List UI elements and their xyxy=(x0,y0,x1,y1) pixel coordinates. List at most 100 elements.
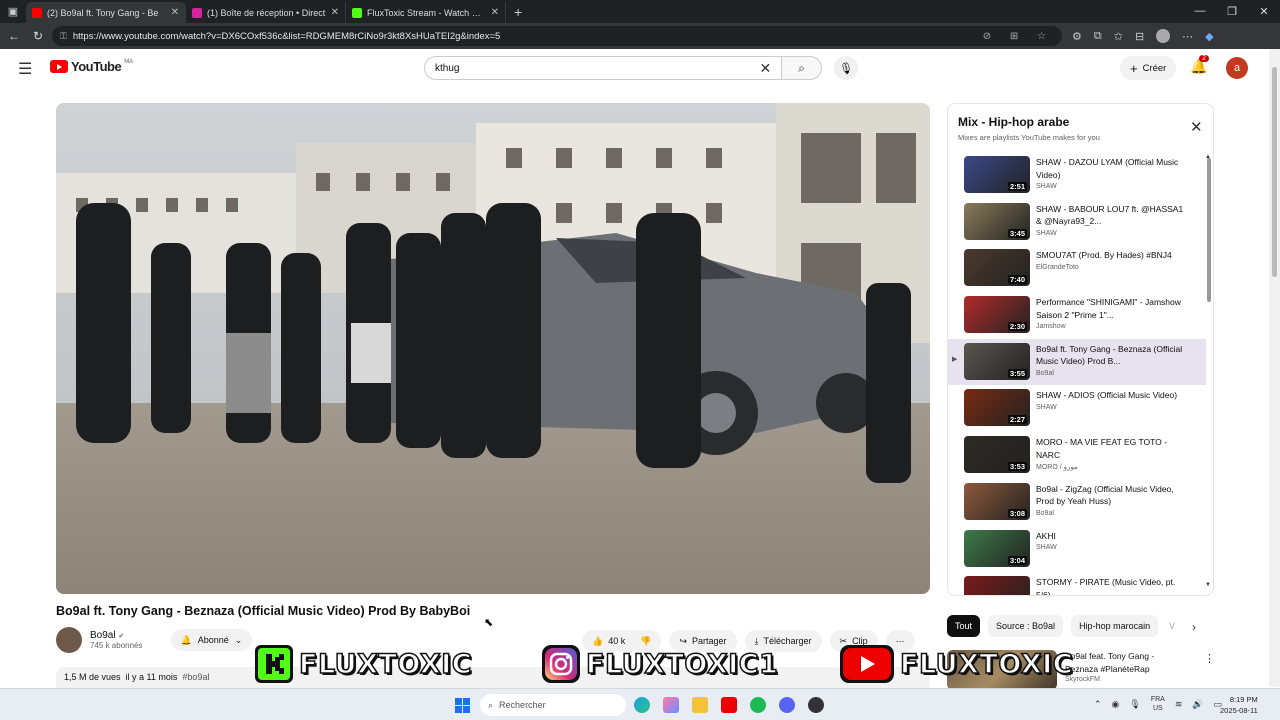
playlist-item-title: Bo9al ft. Tony Gang - Beznaza (Official … xyxy=(1036,343,1183,367)
youtube-header: ☰ YouTube MA kthug ✕ ⌕ 🎙 + Créer 🔔 2 a xyxy=(0,49,1268,87)
filter-chip[interactable]: Hip-hop marocain xyxy=(1071,615,1159,637)
playlist-scrollbar[interactable] xyxy=(1207,158,1211,302)
video-player[interactable] xyxy=(56,103,930,594)
upload-age: il y a 11 mois xyxy=(125,672,178,682)
search-button[interactable]: ⌕ xyxy=(782,56,822,80)
discord-icon[interactable] xyxy=(779,697,795,713)
filter-chip[interactable]: Source : Bo9al xyxy=(988,615,1064,637)
playlist-thumbnail[interactable]: 3:55 xyxy=(964,342,1030,380)
restore-icon[interactable]: ❐ xyxy=(1216,5,1248,18)
browser-tab[interactable]: FluxToxic Stream - Watch Live on ✕ xyxy=(346,2,506,23)
playlist-thumbnail[interactable]: 3:45 xyxy=(964,202,1030,240)
page-scrollbar[interactable] xyxy=(1269,49,1280,687)
close-playlist-icon[interactable]: ✕ xyxy=(1190,118,1203,136)
playlist-thumbnail[interactable]: 3:08 xyxy=(964,482,1030,520)
mic-tray-icon[interactable]: 🎙 xyxy=(1129,699,1140,710)
playlist-item[interactable]: 2:30 Performance "SHINIGAMI" - Jamshow Sa… xyxy=(948,292,1206,339)
split-screen-icon[interactable]: ⧉ xyxy=(1094,30,1102,43)
playlist-item[interactable]: 3:45 SHAW - BABOUR LOU7 ft. @HASSA1 & @Na… xyxy=(948,199,1206,246)
network-icon[interactable]: ◉ xyxy=(1112,699,1120,710)
taskbar-search-placeholder: Rechercher xyxy=(499,700,546,710)
copilot-icon[interactable] xyxy=(663,697,679,713)
search-input[interactable]: kthug ✕ xyxy=(424,56,783,80)
playlist-thumbnail[interactable] xyxy=(964,576,1030,595)
browser-tab[interactable]: (2) Bo9al ft. Tony Gang - Be ✕ xyxy=(26,2,186,23)
volume-icon[interactable]: 🔊 xyxy=(1192,699,1203,710)
playlist-title: Mix - Hip-hop arabe xyxy=(958,115,1070,129)
app-icon[interactable] xyxy=(808,697,824,713)
playlist-item-channel: SHAW xyxy=(1036,403,1057,411)
playlist-thumbnail[interactable]: 3:53 xyxy=(964,436,1030,474)
search-bar: kthug ✕ ⌕ xyxy=(424,56,822,80)
clock-date: 2025-08-11 xyxy=(1220,706,1258,715)
browser-tab[interactable]: (1) Boîte de réception • Direct ✕ xyxy=(186,2,346,23)
omnibox-actions-icon[interactable]: ⊘ ⊞ ☆ xyxy=(983,31,1054,42)
description-box[interactable]: 1,5 M de vues il y a 11 mois #bo9al xyxy=(56,667,930,689)
filter-chip[interactable]: V xyxy=(1166,615,1180,637)
playlist-item[interactable]: ▶ 3:55 Bo9al ft. Tony Gang - Beznaza (Offi… xyxy=(948,338,1206,386)
site-info-icon[interactable]: ⚿ xyxy=(60,31,67,42)
clear-search-icon[interactable]: ✕ xyxy=(759,60,771,77)
scrollbar-thumb[interactable] xyxy=(1272,67,1277,277)
bell-icon: 🔔 xyxy=(180,634,192,645)
user-avatar[interactable]: a xyxy=(1226,57,1248,79)
close-tab-icon[interactable]: ✕ xyxy=(491,7,499,18)
minimize-icon[interactable]: — xyxy=(1184,5,1216,18)
url-field[interactable]: ⚿ https://www.youtube.com/watch?v=DX6COx… xyxy=(52,26,1062,46)
clock-time: 8:19 PM xyxy=(1229,695,1258,704)
favorites-icon[interactable]: ✩ xyxy=(1114,30,1123,43)
playlist-thumbnail[interactable]: 2:27 xyxy=(964,389,1030,427)
duration-badge: 2:27 xyxy=(1007,415,1027,425)
scroll-down-icon[interactable]: ▼ xyxy=(1205,582,1211,588)
playlist-item[interactable]: 2:27 SHAW - ADIOS (Official Music Video) S… xyxy=(948,385,1206,432)
close-window-icon[interactable]: ✕ xyxy=(1248,5,1280,18)
playlist-item[interactable]: 3:08 Bo9al - ZigZag (Official Music Video… xyxy=(948,479,1206,526)
playlist-thumbnail[interactable]: 7:40 xyxy=(964,249,1030,287)
edge-icon[interactable] xyxy=(634,697,650,713)
plus-icon: + xyxy=(1130,60,1138,76)
notifications-button[interactable]: 🔔 2 xyxy=(1190,55,1209,75)
playlist-item[interactable]: 2:51 SHAW - DAZOU LYAM (Official Music Vi… xyxy=(948,152,1206,199)
tab-favicon-icon xyxy=(352,7,362,18)
voice-search-button[interactable]: 🎙 xyxy=(834,56,858,80)
new-tab-button[interactable]: + xyxy=(506,4,530,20)
playlist-item[interactable]: 7:40 SMOU7AT (Prod. By Hades) #BNJ4 ElGran… xyxy=(948,245,1206,292)
back-icon[interactable]: ← xyxy=(4,29,24,43)
more-options-icon[interactable]: ⋮ xyxy=(1204,652,1215,665)
playlist-item[interactable]: 3:04 AKHI SHAW xyxy=(948,526,1206,573)
copilot-icon[interactable]: ◆ xyxy=(1205,30,1213,43)
tab-title: FluxToxic Stream - Watch Live on xyxy=(367,7,486,18)
close-tab-icon[interactable]: ✕ xyxy=(331,7,339,18)
youtube-app-icon[interactable] xyxy=(721,697,737,713)
channel-name[interactable]: Bo9al ✔ xyxy=(90,630,143,641)
taskbar-search-input[interactable]: ⌕ Rechercher xyxy=(480,694,626,716)
show-hidden-icons[interactable]: ⌃ xyxy=(1094,699,1102,710)
youtube-logo[interactable]: YouTube MA xyxy=(50,59,133,74)
menu-icon[interactable]: ☰ xyxy=(18,59,32,79)
channel-avatar[interactable] xyxy=(56,627,82,653)
language-indicator[interactable]: FRA US xyxy=(1151,695,1165,713)
playlist-thumbnail[interactable]: 2:51 xyxy=(964,156,1030,193)
chevron-right-icon[interactable]: › xyxy=(1192,620,1196,634)
wifi-icon[interactable]: ≋ xyxy=(1175,699,1183,710)
collections-icon[interactable]: ⊟ xyxy=(1135,30,1144,43)
filter-chip[interactable]: Tout xyxy=(947,615,981,637)
playlist-item-title: SMOU7AT (Prod. By Hades) #BNJ4 xyxy=(1036,250,1172,261)
browser-profile-icon[interactable] xyxy=(1156,29,1171,43)
playlist-thumbnail[interactable]: 2:30 xyxy=(964,296,1030,334)
more-menu-icon[interactable]: ⋯ xyxy=(1182,30,1193,43)
extensions-icon[interactable]: ⚙ xyxy=(1072,30,1082,43)
playlist-thumbnail[interactable]: 3:04 xyxy=(964,529,1030,567)
clock[interactable]: 8:19 PM 2025-08-11 xyxy=(1220,694,1258,716)
hashtag[interactable]: #bo9al xyxy=(182,672,209,682)
file-explorer-icon[interactable] xyxy=(692,697,708,713)
reload-icon[interactable]: ↻ xyxy=(28,29,48,43)
spotify-icon[interactable] xyxy=(750,697,766,713)
playlist-item[interactable]: STORMY - PIRATE (Music Video, pt. 5/6) xyxy=(948,572,1206,595)
create-button[interactable]: + Créer xyxy=(1120,56,1177,80)
subscribe-button[interactable]: 🔔 Abonné ⌄ xyxy=(170,629,253,651)
close-tab-icon[interactable]: ✕ xyxy=(171,7,179,18)
tab-actions-icon[interactable]: ▣ xyxy=(0,0,26,23)
playlist-item[interactable]: 3:53 MORO - MA VIE FEAT EG TOTO - NARC MOR… xyxy=(948,432,1206,479)
windows-start-icon[interactable] xyxy=(455,698,470,713)
